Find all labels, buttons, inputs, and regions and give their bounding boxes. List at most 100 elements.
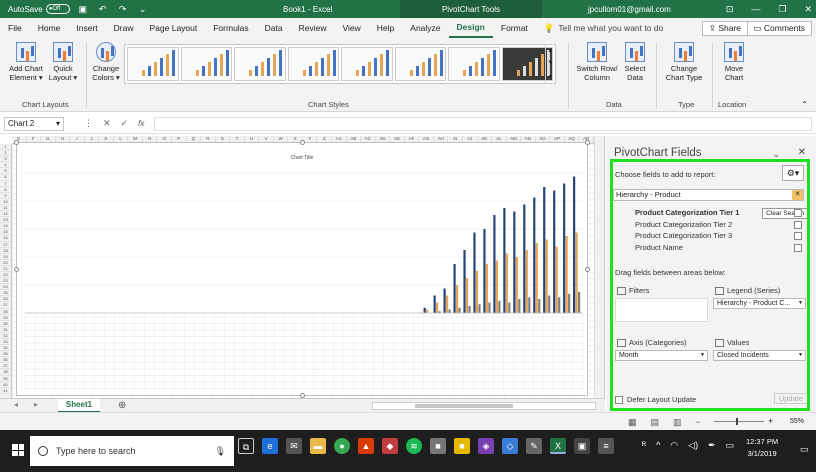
chart-bar[interactable] <box>565 236 568 313</box>
chart-bar[interactable] <box>465 278 469 313</box>
legend-field-pill[interactable]: Hierarchy - Product C... ▼ <box>713 298 806 309</box>
filters-area[interactable]: Filters <box>615 286 708 326</box>
normal-view-icon[interactable]: ▦ <box>628 417 637 428</box>
chart-bar[interactable] <box>558 297 561 313</box>
pane-options-icon[interactable]: ⌄ <box>772 149 780 160</box>
chart-bar[interactable] <box>573 176 576 314</box>
pen-icon[interactable]: ✒ <box>708 440 716 451</box>
tab-data[interactable]: Data <box>257 18 291 38</box>
tab-home[interactable]: Home <box>30 18 69 38</box>
comments-button[interactable]: ▭ Comments <box>746 21 812 36</box>
chart-bar[interactable] <box>468 306 471 313</box>
horizontal-scrollbar[interactable] <box>372 402 596 410</box>
chevron-down-icon[interactable]: ▼ <box>798 299 803 308</box>
chart-bar[interactable] <box>563 183 566 314</box>
taskbar-clock[interactable]: 12:37 PM 3/1/2019 <box>746 436 778 460</box>
app-icon[interactable]: ◆ <box>382 438 398 454</box>
chart-bar[interactable] <box>485 264 489 313</box>
page-break-view-icon[interactable]: ▥ <box>673 417 682 428</box>
chart-bar[interactable] <box>543 187 546 313</box>
change-chart-type-button[interactable]: Change Chart Type <box>662 42 706 82</box>
edge-icon[interactable]: e <box>262 438 278 454</box>
chart-bar[interactable] <box>513 211 516 314</box>
tab-page-layout[interactable]: Page Layout <box>142 18 206 38</box>
defer-layout-update[interactable]: Defer Layout Update <box>615 395 696 404</box>
chart-bar[interactable] <box>515 257 518 313</box>
resize-handle[interactable] <box>300 140 305 145</box>
move-chart-button[interactable]: Move Chart <box>718 42 750 82</box>
formula-input[interactable] <box>154 116 812 131</box>
tab-analyze[interactable]: Analyze <box>402 18 448 38</box>
app-icon[interactable]: ■ <box>430 438 446 454</box>
gear-icon[interactable]: ⚙▾ <box>782 165 804 181</box>
chart-bar[interactable] <box>575 232 578 314</box>
chart-style-thumbnail[interactable] <box>448 47 500 81</box>
app-icon[interactable]: ◈ <box>478 438 494 454</box>
redo-icon[interactable]: ↷ <box>116 4 130 15</box>
taskbar-search[interactable]: Type here to search 🎙 <box>30 436 234 466</box>
update-button[interactable]: Update <box>773 393 808 404</box>
chart-bar[interactable] <box>445 295 449 314</box>
tab-draw[interactable]: Draw <box>106 18 142 38</box>
field-checkbox[interactable] <box>794 232 802 240</box>
minimize-icon[interactable]: — <box>751 4 760 15</box>
chart-style-thumbnail[interactable] <box>394 47 446 81</box>
add-sheet-icon[interactable]: ⊕ <box>118 400 126 411</box>
chart-style-thumbnail[interactable] <box>180 47 232 81</box>
switch-row-column-button[interactable]: Switch Row/ Column <box>574 42 620 82</box>
chrome-icon[interactable]: ● <box>334 438 350 454</box>
chart-bar[interactable] <box>535 243 538 313</box>
tab-view[interactable]: View <box>335 18 369 38</box>
chevron-down-icon[interactable]: ▼ <box>798 351 803 360</box>
page-layout-view-icon[interactable]: ▤ <box>651 417 660 428</box>
app-icon[interactable]: ✎ <box>526 438 542 454</box>
zoom-in-icon[interactable]: + <box>768 416 773 426</box>
sheet-nav-next-icon[interactable]: ▸ <box>34 400 38 409</box>
tab-format[interactable]: Format <box>493 18 536 38</box>
chart-bar[interactable] <box>555 246 558 314</box>
axis-area[interactable]: Axis (Categories) Month ▼ <box>615 338 708 378</box>
autosave[interactable]: AutoSave ● Off <box>8 4 70 14</box>
row-header[interactable]: 41 <box>0 388 11 394</box>
app-icon[interactable]: ◇ <box>502 438 518 454</box>
gallery-scroll[interactable]: ▲ ▼ ▾ <box>545 45 555 83</box>
resize-handle[interactable] <box>585 267 590 272</box>
tab-design[interactable]: Design <box>448 18 493 38</box>
chart-bar[interactable] <box>423 307 426 313</box>
spotify-icon[interactable]: ≋ <box>406 438 422 454</box>
file-explorer-icon[interactable]: ▬ <box>310 438 326 454</box>
task-view-icon[interactable]: ⧉ <box>238 438 254 454</box>
chart-bar[interactable] <box>553 190 556 314</box>
zoom-out-icon[interactable]: − <box>696 417 701 428</box>
app-icon[interactable]: ▣ <box>574 438 590 454</box>
field-item[interactable]: Product Name <box>635 243 683 252</box>
chart-bar[interactable] <box>483 229 486 313</box>
chart-style-thumbnail[interactable] <box>234 47 286 81</box>
undo-icon[interactable]: ↶ <box>96 4 110 15</box>
chart-bar[interactable] <box>548 295 551 314</box>
chart-bar[interactable] <box>443 288 446 314</box>
battery-icon[interactable]: ▭ <box>726 440 735 451</box>
chart-bar[interactable] <box>448 309 451 314</box>
chevron-up-icon[interactable]: ▲ <box>548 48 554 54</box>
ribbon-display-icon[interactable]: ⊡ <box>726 4 734 15</box>
tab-review[interactable]: Review <box>291 18 335 38</box>
values-area[interactable]: Values Closed Incidents ▼ <box>713 338 806 378</box>
people-icon[interactable]: ᴿ <box>642 440 646 451</box>
user-account[interactable]: jpcullom01@gmail.com <box>588 5 671 14</box>
customize-qat-icon[interactable]: ⌄ <box>136 4 150 15</box>
chart-style-thumbnail[interactable] <box>341 47 393 81</box>
mail-icon[interactable]: ✉ <box>286 438 302 454</box>
autosave-toggle[interactable]: ● Off <box>45 4 70 14</box>
chart-bar[interactable] <box>525 250 528 313</box>
chart-style-thumbnail[interactable] <box>127 47 179 81</box>
excel-icon[interactable]: X <box>550 438 566 454</box>
values-field-pill[interactable]: Closed Incidents ▼ <box>713 350 806 361</box>
field-item[interactable]: Product Categorization Tier 3 <box>635 231 732 240</box>
chevron-down-icon[interactable]: ▼ <box>548 60 554 66</box>
field-checkbox[interactable] <box>794 243 802 252</box>
windows-start-icon[interactable] <box>12 444 24 456</box>
vertical-scrollbar[interactable] <box>594 136 604 398</box>
share-button[interactable]: ⇪ Share <box>701 21 748 36</box>
restore-icon[interactable]: ❐ <box>778 4 786 15</box>
